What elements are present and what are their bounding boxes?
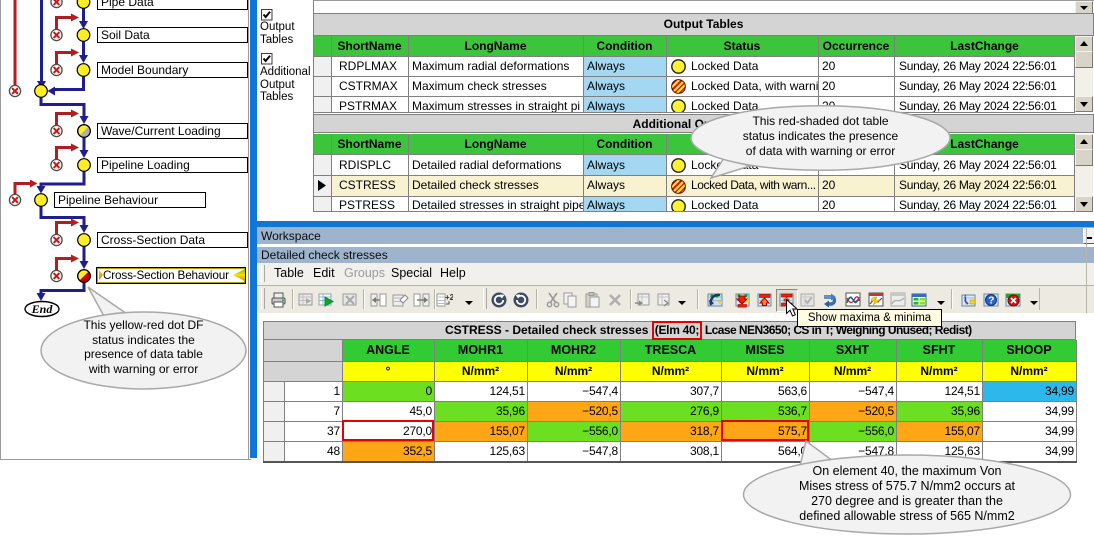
svg-text:+2: +2 (445, 293, 453, 302)
svg-text:?: ? (988, 296, 994, 307)
